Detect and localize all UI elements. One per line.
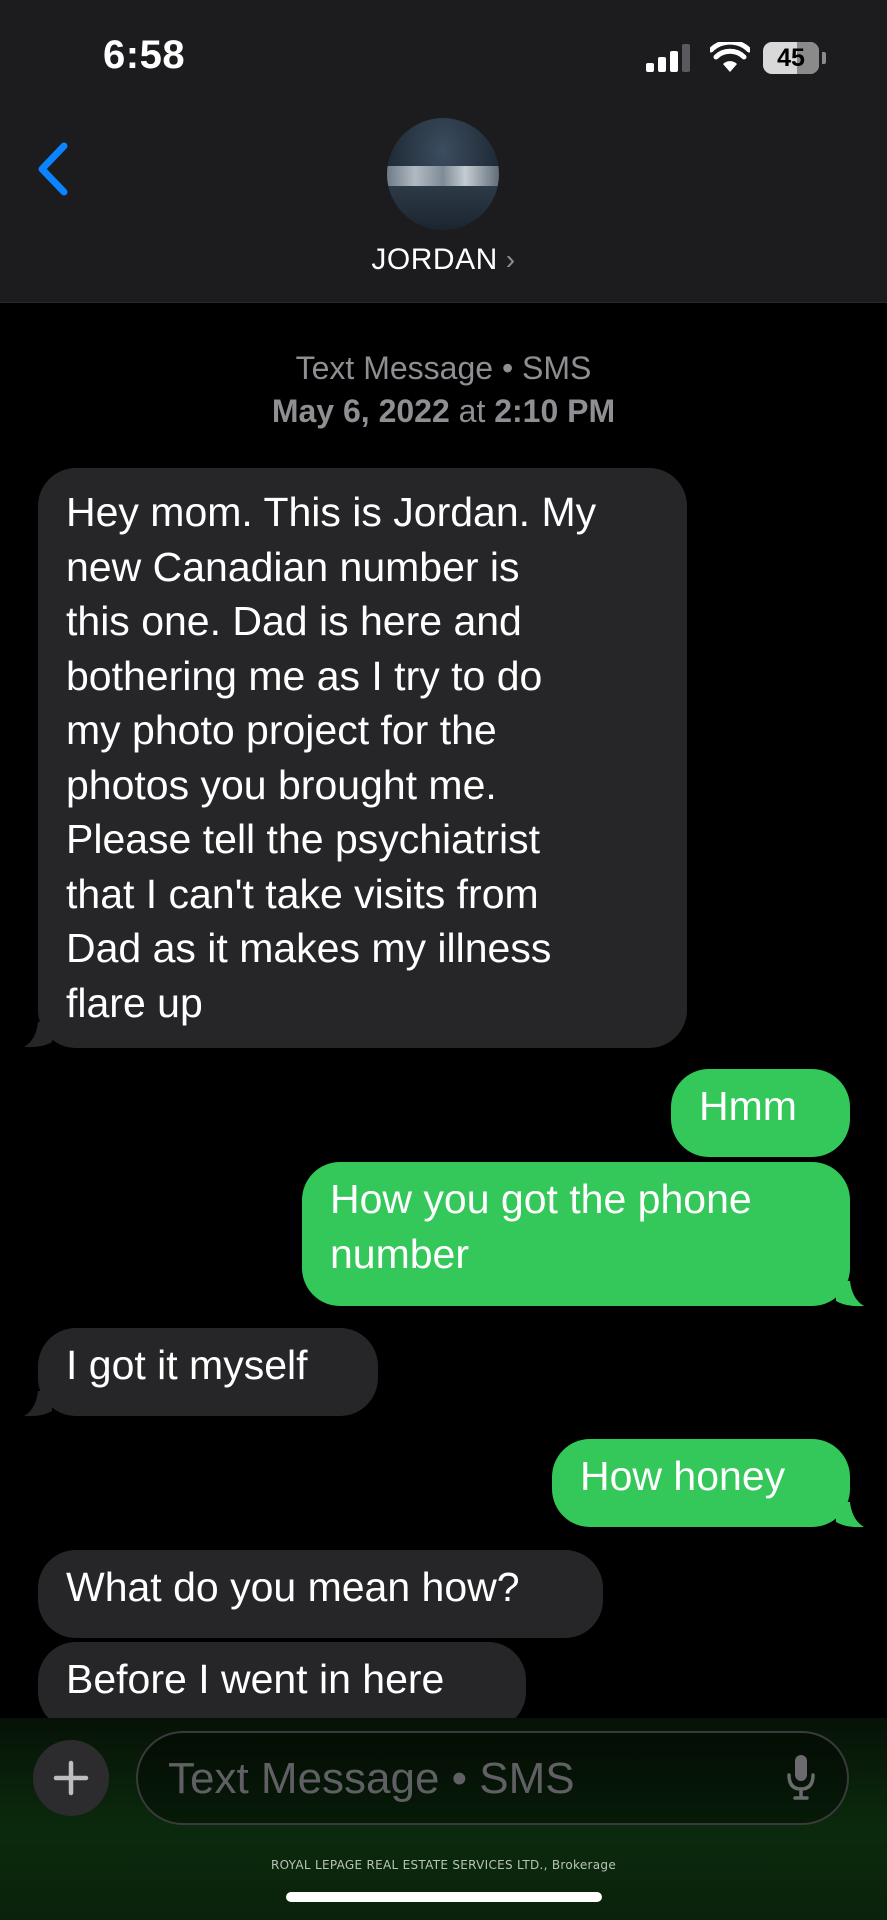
message-line: Dad as it makes my illness [66, 925, 552, 971]
chevron-right-icon: › [505, 244, 516, 275]
contact-avatar[interactable] [387, 118, 499, 230]
message-line: Hey mom. This is Jordan. My [66, 489, 597, 535]
message-bubble-incoming[interactable]: What do you mean how? [38, 1550, 603, 1638]
home-indicator[interactable] [286, 1892, 602, 1902]
message-line: What do you mean how? [66, 1564, 520, 1610]
message-line: new Canadian number is [66, 543, 520, 590]
message-bubble-incoming[interactable]: Before I went in here [38, 1642, 526, 1730]
message-line: I got it myself [66, 1342, 308, 1388]
bubble-tail-outgoing [836, 1502, 864, 1528]
battery-icon: 45 [763, 42, 819, 74]
conversation-header: 6:58 45 JORDAN › [0, 0, 887, 303]
thread-date: May 6, 2022 [271, 393, 450, 429]
message-line: that I can't take visits from [66, 870, 539, 917]
message-line: Hmm [699, 1083, 797, 1129]
chevron-left-icon[interactable] [34, 142, 74, 196]
bubble-tail-outgoing [836, 1281, 864, 1307]
message-bubble-outgoing[interactable]: How you got the phone number [302, 1162, 850, 1306]
battery-level: 45 [777, 43, 805, 72]
wifi-icon [710, 42, 750, 72]
message-line: Please tell the psychiatrist [66, 816, 541, 862]
status-time: 6:58 [103, 33, 186, 77]
signal-icon [646, 44, 690, 72]
footer-text: ROYAL LEPAGE REAL ESTATE SERVICES LTD., … [270, 1858, 617, 1872]
thread-at: at [458, 393, 486, 429]
message-line: flare up [66, 979, 203, 1026]
contact-name-row[interactable]: JORDAN › [0, 243, 887, 277]
contact-name: JORDAN [371, 243, 498, 276]
message-line: How you got the phone [330, 1176, 752, 1222]
message-line: bothering me as I try to do [66, 652, 543, 699]
message-line: How honey [580, 1453, 786, 1499]
microphone-icon[interactable] [787, 1755, 815, 1801]
thread-service-label: Text Message • SMS [295, 350, 592, 386]
message-bubble-incoming[interactable]: I got it myself [38, 1328, 378, 1416]
message-bubble-outgoing[interactable]: How honey [552, 1439, 850, 1527]
message-line: my photo project for the [66, 707, 497, 753]
message-line: this one. Dad is here and [66, 598, 522, 644]
bubble-tail-incoming [24, 1022, 52, 1048]
message-line: photos you brought me. [66, 761, 497, 808]
thread-timestamp: May 6, 2022 at 2:10 PM [0, 393, 887, 430]
message-bubble-incoming[interactable]: Hey mom. This is Jordan. My new Canadian… [38, 468, 687, 1048]
message-input-container[interactable] [136, 1731, 849, 1825]
message-line: Before I went in here [66, 1656, 445, 1702]
thread-time: 2:10 PM [494, 393, 616, 429]
message-input[interactable] [166, 1747, 730, 1811]
message-bubble-outgoing[interactable]: Hmm [671, 1069, 850, 1157]
battery-cap [822, 52, 826, 64]
plus-icon [53, 1760, 89, 1796]
bubble-tail-incoming [24, 1391, 52, 1417]
message-line: number [330, 1230, 470, 1277]
plus-button[interactable] [33, 1740, 109, 1816]
